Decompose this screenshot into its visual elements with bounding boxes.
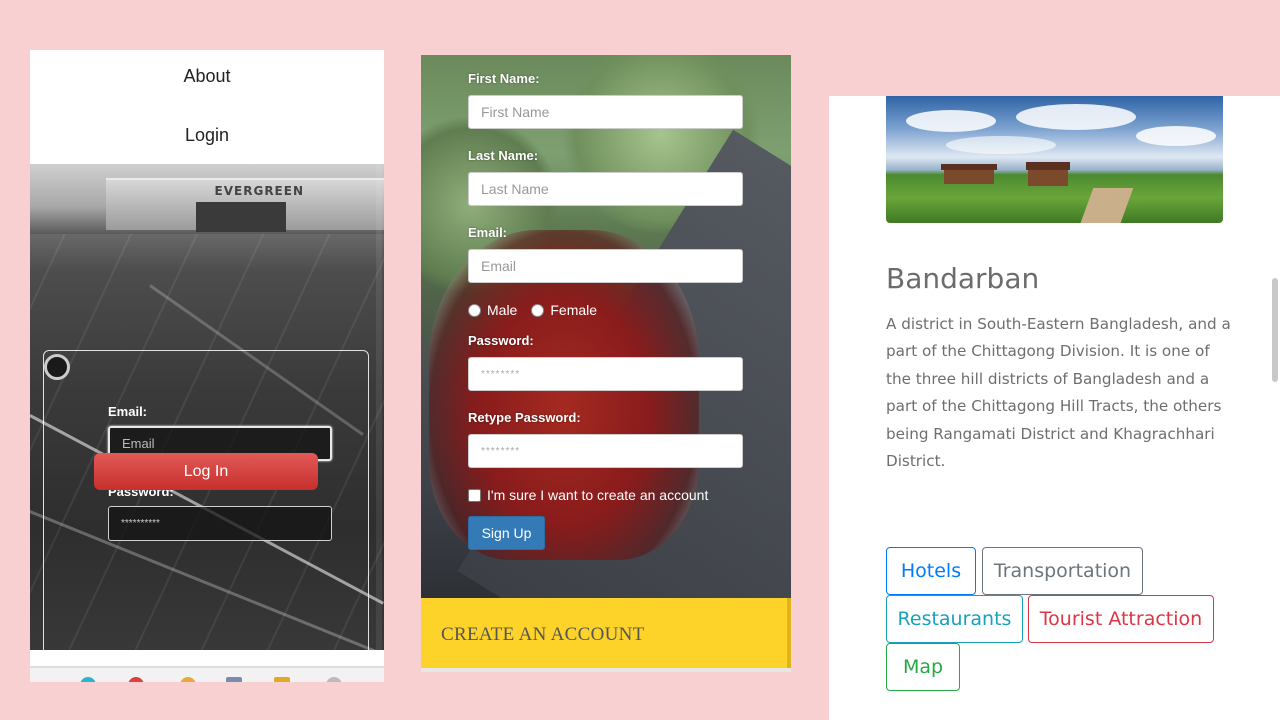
signup-background-image: First Name: First Name Last Name: Last N… bbox=[421, 55, 791, 598]
cloud-graphic bbox=[1136, 126, 1216, 146]
email-label: Email: bbox=[468, 225, 508, 240]
taskbar bbox=[30, 666, 384, 682]
signup-screen: First Name: First Name Last Name: Last N… bbox=[421, 55, 791, 672]
taskbar-app-icon[interactable] bbox=[180, 677, 196, 682]
retype-password-label: Retype Password: bbox=[468, 410, 581, 425]
login-screen: About Login EVERGREEN Email: Email Passw… bbox=[30, 50, 384, 682]
house-graphic bbox=[1028, 170, 1068, 186]
restaurants-button[interactable]: Restaurants bbox=[886, 595, 1023, 643]
transportation-button[interactable]: Transportation bbox=[982, 547, 1143, 595]
path-graphic bbox=[1078, 188, 1134, 223]
login-background-image: EVERGREEN Email: Email Password: *******… bbox=[30, 164, 384, 650]
signup-footer: CREATE AN ACCOUNT bbox=[421, 598, 791, 668]
female-radio-label: Female bbox=[550, 302, 598, 318]
footer-title: CREATE AN ACCOUNT bbox=[441, 624, 645, 645]
footer-divider bbox=[421, 668, 791, 672]
hotels-button[interactable]: Hotels bbox=[886, 547, 976, 595]
nav-login-link[interactable]: Login bbox=[30, 125, 384, 146]
password-label: Password: bbox=[468, 333, 534, 348]
signup-button[interactable]: Sign Up bbox=[468, 516, 545, 550]
house-roof-graphic bbox=[1026, 162, 1070, 170]
male-radio-label: Male bbox=[487, 302, 518, 318]
login-scrollbar[interactable] bbox=[376, 164, 382, 650]
last-name-input[interactable]: Last Name bbox=[468, 172, 743, 206]
retype-password-input[interactable]: ******** bbox=[468, 434, 743, 468]
last-name-label: Last Name: bbox=[468, 148, 539, 163]
cloud-graphic bbox=[946, 136, 1056, 154]
hangar-building: EVERGREEN bbox=[106, 178, 384, 232]
hangar-door bbox=[196, 202, 286, 232]
taskbar-app-icon[interactable] bbox=[274, 677, 290, 682]
nav-about-link[interactable]: About bbox=[30, 66, 384, 87]
destination-screen: Bandarban A district in South-Eastern Ba… bbox=[829, 96, 1280, 720]
first-name-input[interactable]: First Name bbox=[468, 95, 743, 129]
destination-photo bbox=[886, 96, 1223, 223]
password-input[interactable]: ******** bbox=[468, 357, 743, 391]
male-radio[interactable] bbox=[468, 303, 481, 317]
login-card: Email: Email Password: ********** bbox=[43, 350, 369, 650]
page-scrollbar-thumb[interactable] bbox=[1272, 278, 1278, 382]
login-button[interactable]: Log In bbox=[94, 453, 318, 490]
destination-title: Bandarban bbox=[886, 262, 1040, 295]
email-label: Email: bbox=[108, 404, 148, 419]
password-input[interactable]: ********** bbox=[108, 506, 332, 541]
first-name-label: First Name: bbox=[468, 71, 540, 86]
map-button[interactable]: Map bbox=[886, 643, 960, 691]
house-graphic bbox=[944, 170, 994, 184]
login-nav: About Login bbox=[30, 50, 384, 164]
tourist-attraction-button[interactable]: Tourist Attraction bbox=[1028, 595, 1214, 643]
email-input[interactable]: Email bbox=[468, 249, 743, 283]
taskbar-app-icon[interactable] bbox=[326, 677, 342, 682]
cloud-graphic bbox=[1016, 104, 1136, 130]
taskbar-app-icon[interactable] bbox=[226, 677, 242, 682]
confirm-checkbox-row: I'm sure I want to create an account bbox=[468, 487, 708, 503]
hangar-sign: EVERGREEN bbox=[214, 184, 304, 198]
taskbar-app-icon[interactable] bbox=[128, 677, 144, 682]
taskbar-app-icon[interactable] bbox=[80, 677, 96, 682]
cloud-graphic bbox=[906, 110, 996, 132]
destination-description: A district in South-Eastern Bangladesh, … bbox=[886, 315, 1231, 471]
gender-radio-group: Male Female bbox=[468, 302, 611, 318]
confirm-checkbox[interactable] bbox=[468, 488, 481, 502]
confirm-checkbox-label: I'm sure I want to create an account bbox=[487, 487, 709, 503]
hangar-scene: EVERGREEN bbox=[30, 164, 384, 234]
female-radio[interactable] bbox=[531, 303, 545, 317]
